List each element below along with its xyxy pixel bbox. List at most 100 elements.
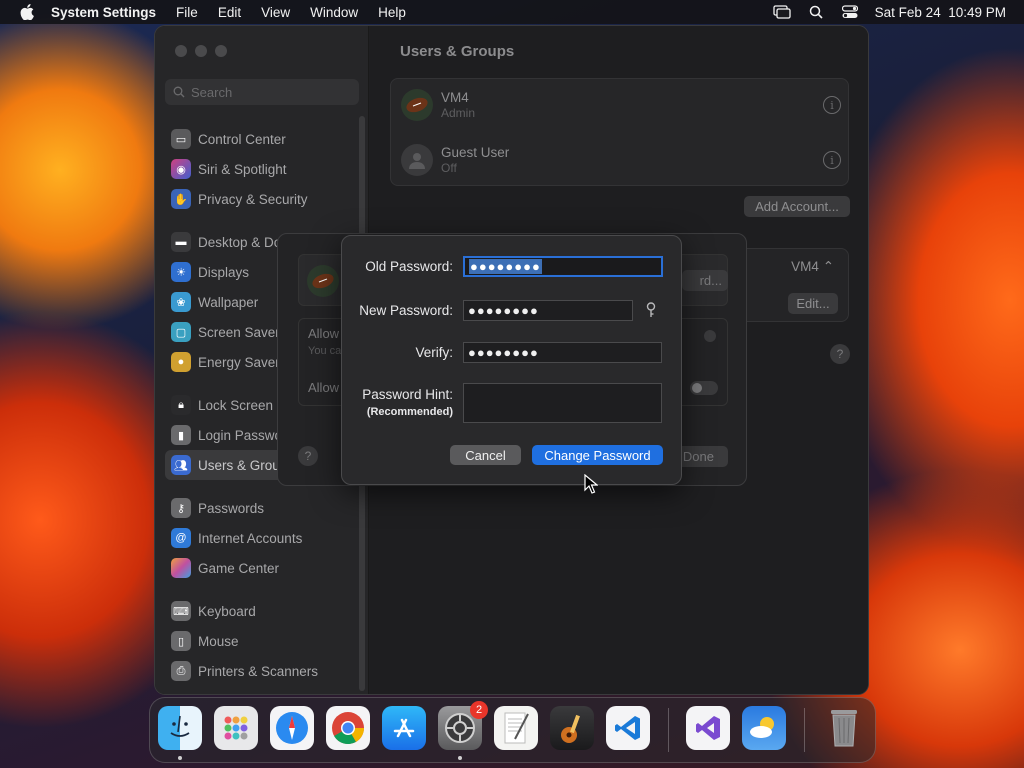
sidebar-item-label: Displays xyxy=(198,264,250,280)
add-account-button[interactable]: Add Account... xyxy=(744,196,850,217)
sidebar-item-game-center[interactable]: Game Center xyxy=(165,553,359,583)
garageband-icon[interactable] xyxy=(550,706,594,750)
sidebar-item-control-center[interactable]: ▭ Control Center xyxy=(165,124,359,154)
password-hint-recommended-label: (Recommended) xyxy=(366,406,453,418)
change-password-button[interactable]: Change Password xyxy=(532,445,663,465)
popup-value: VM4 xyxy=(791,259,819,274)
password-hint-label: Password Hint: xyxy=(362,387,453,402)
window-controls xyxy=(175,45,227,57)
textedit-icon[interactable] xyxy=(494,706,538,750)
mouse-icon: ▯ xyxy=(171,631,191,651)
user-role: Off xyxy=(441,161,457,175)
hand-icon: ✋ xyxy=(171,189,191,209)
sidebar-item-siri[interactable]: ◉ Siri & Spotlight xyxy=(165,154,359,184)
sidebar-item-label: Wallpaper xyxy=(198,294,259,310)
new-password-field[interactable]: ●●●●●●●● xyxy=(463,300,633,321)
mouse-cursor-icon xyxy=(584,473,599,494)
desktop-icon: ▬ xyxy=(171,232,191,252)
allow-option-description: You ca xyxy=(308,345,342,357)
dock: 2 xyxy=(149,697,876,763)
menu-bar: System Settings File Edit View Window He… xyxy=(0,0,1024,24)
menu-help[interactable]: Help xyxy=(378,5,406,20)
sidebar-item-label: Privacy & Security xyxy=(198,191,308,207)
popup-selector[interactable]: VM4 ⌃ xyxy=(791,259,834,275)
user-row-vm4[interactable]: VM4 Admin i xyxy=(401,83,841,127)
menu-edit[interactable]: Edit xyxy=(218,5,241,20)
user-name: Guest User xyxy=(441,145,510,160)
sidebar-item-label: Passwords xyxy=(198,500,265,516)
control-center-icon: ▭ xyxy=(171,129,191,149)
change-password-dialog: Old Password: ●●●●●●●● New Password: ●●●… xyxy=(341,235,682,485)
sidebar-item-label: Lock Screen xyxy=(198,397,274,413)
printer-icon: ⎙ xyxy=(171,661,191,681)
menu-file[interactable]: File xyxy=(176,5,198,20)
old-password-field[interactable]: ●●●●●●●● xyxy=(463,256,663,277)
edit-button[interactable]: Edit... xyxy=(788,293,838,314)
user-role: Admin xyxy=(441,106,476,120)
help-button[interactable]: ? xyxy=(298,446,318,466)
password-hint-field[interactable] xyxy=(463,383,662,423)
info-icon[interactable]: i xyxy=(823,151,841,169)
football-avatar-icon xyxy=(401,89,433,121)
sidebar-item-keyboard[interactable]: ⌨ Keyboard xyxy=(165,596,359,626)
help-button[interactable]: ? xyxy=(830,344,850,364)
spotlight-search-icon[interactable] xyxy=(807,5,825,19)
person-avatar-icon xyxy=(401,144,433,176)
finder-running-indicator xyxy=(178,756,182,760)
control-center-icon[interactable] xyxy=(841,5,859,19)
user-row-guest[interactable]: Guest User Off i xyxy=(401,138,841,182)
zoom-window-button[interactable] xyxy=(215,45,227,57)
close-window-button[interactable] xyxy=(175,45,187,57)
sidebar-item-label: Mouse xyxy=(198,633,239,649)
notification-badge: 2 xyxy=(470,701,488,719)
menu-app-name[interactable]: System Settings xyxy=(51,5,156,20)
sidebar-item-label: Siri & Spotlight xyxy=(198,161,287,177)
cancel-button[interactable]: Cancel xyxy=(450,445,521,465)
dock-separator xyxy=(668,708,669,752)
weather-icon[interactable] xyxy=(742,706,786,750)
allow-option-label: Allow xyxy=(308,326,340,341)
minimize-window-button[interactable] xyxy=(195,45,207,57)
allow-toggle[interactable] xyxy=(690,381,718,395)
sun-icon: ☀ xyxy=(171,262,191,282)
launchpad-icon[interactable] xyxy=(214,706,258,750)
menu-clock[interactable]: Sat Feb 24 10:49 PM xyxy=(875,5,1006,20)
sidebar-item-label: Internet Accounts xyxy=(198,530,303,546)
sidebar-item-printers[interactable]: ⎙ Printers & Scanners xyxy=(165,656,359,686)
sidebar-item-label: Game Center xyxy=(198,560,280,576)
info-icon[interactable]: i xyxy=(823,96,841,114)
sidebar-item-label: Users & Grou xyxy=(198,457,280,473)
system-settings-running-indicator xyxy=(458,756,462,760)
search-placeholder: Search xyxy=(191,84,233,100)
menu-view[interactable]: View xyxy=(261,5,290,20)
user-name: VM4 xyxy=(441,90,469,105)
apple-menu-icon[interactable] xyxy=(17,2,37,22)
allow-checkbox[interactable] xyxy=(704,330,716,342)
verify-label: Verify: xyxy=(415,345,453,360)
menu-window[interactable]: Window xyxy=(310,5,358,20)
search-icon xyxy=(173,86,185,98)
verify-password-field[interactable]: ●●●●●●●● xyxy=(463,342,662,363)
chevron-updown-icon: ⌃ xyxy=(822,259,834,274)
search-field[interactable]: Search xyxy=(165,79,359,105)
finder-icon[interactable] xyxy=(158,706,202,750)
flower-icon: ❀ xyxy=(171,292,191,312)
safari-icon[interactable] xyxy=(270,706,314,750)
sidebar-item-privacy[interactable]: ✋ Privacy & Security xyxy=(165,184,359,214)
change-password-button[interactable]: rd... xyxy=(682,270,728,291)
sidebar-item-mouse[interactable]: ▯ Mouse xyxy=(165,626,359,656)
sidebar-item-passwords[interactable]: ⚷ Passwords xyxy=(165,493,359,523)
vscode-icon[interactable] xyxy=(606,706,650,750)
dock-separator xyxy=(804,708,805,752)
password-assistant-key-icon[interactable] xyxy=(644,302,658,318)
new-password-value: ●●●●●●●● xyxy=(468,303,539,318)
sidebar-item-internet-accounts[interactable]: @ Internet Accounts xyxy=(165,523,359,553)
app-store-icon[interactable] xyxy=(382,706,426,750)
football-avatar-icon xyxy=(307,265,339,297)
chrome-icon[interactable] xyxy=(326,706,370,750)
new-password-label: New Password: xyxy=(359,303,453,318)
trash-icon[interactable] xyxy=(822,706,866,750)
key-icon: ⚷ xyxy=(171,498,191,518)
screen-mirroring-icon[interactable] xyxy=(773,5,791,19)
visual-studio-icon[interactable] xyxy=(686,706,730,750)
